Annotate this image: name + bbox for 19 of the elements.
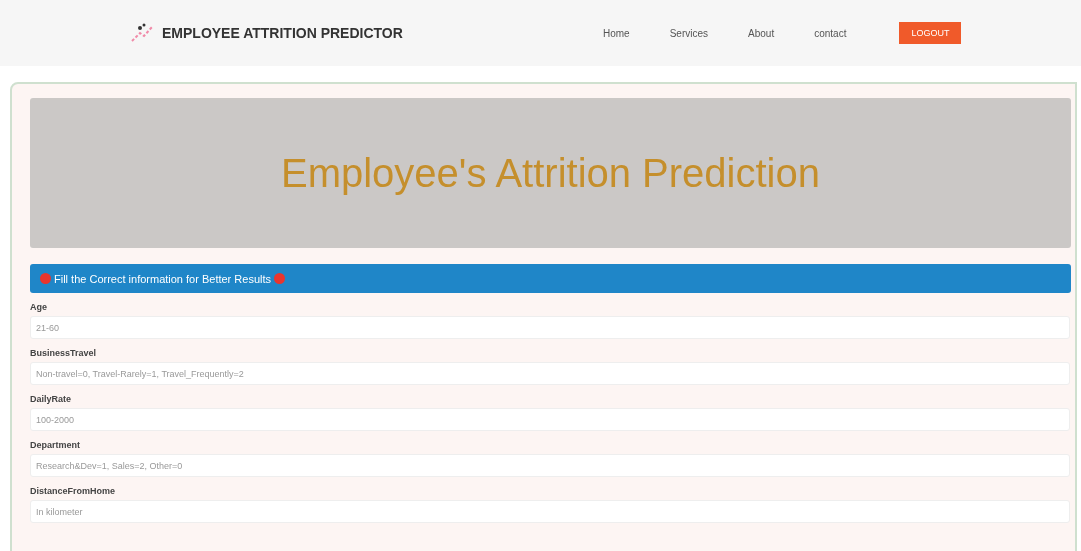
field-label: DailyRate — [30, 394, 73, 404]
field-label: Age — [30, 302, 48, 312]
notice-text: Fill the Correct information for Better Results — [54, 272, 272, 285]
field-label: Department — [30, 440, 81, 450]
dot-icon — [40, 273, 51, 284]
field-label: BusinessTravel — [30, 348, 98, 358]
input-field[interactable]: Research&Dev=1, Sales=2, Other=0 — [30, 454, 1070, 477]
hero-title: Employee's Attrition Prediction — [281, 150, 820, 196]
nav-link[interactable]: Services — [666, 27, 712, 39]
input-field[interactable]: Non-travel=0, Travel-Rarely=1, Travel_Frequently=2 — [30, 362, 1070, 385]
input-field[interactable]: 100-2000 — [30, 408, 1070, 431]
nav-link[interactable]: Home — [600, 27, 633, 39]
dot-icon — [274, 273, 286, 284]
input-field[interactable]: 21-60 — [30, 316, 1070, 339]
nav-link[interactable]: contact — [811, 27, 850, 39]
nav-link[interactable]: About — [745, 27, 778, 39]
field-label: DistanceFromHome — [30, 486, 117, 496]
input-field[interactable]: In kilometer — [30, 500, 1070, 523]
brand-title: EMPLOYEE ATTRITION PREDICTOR — [162, 25, 403, 41]
